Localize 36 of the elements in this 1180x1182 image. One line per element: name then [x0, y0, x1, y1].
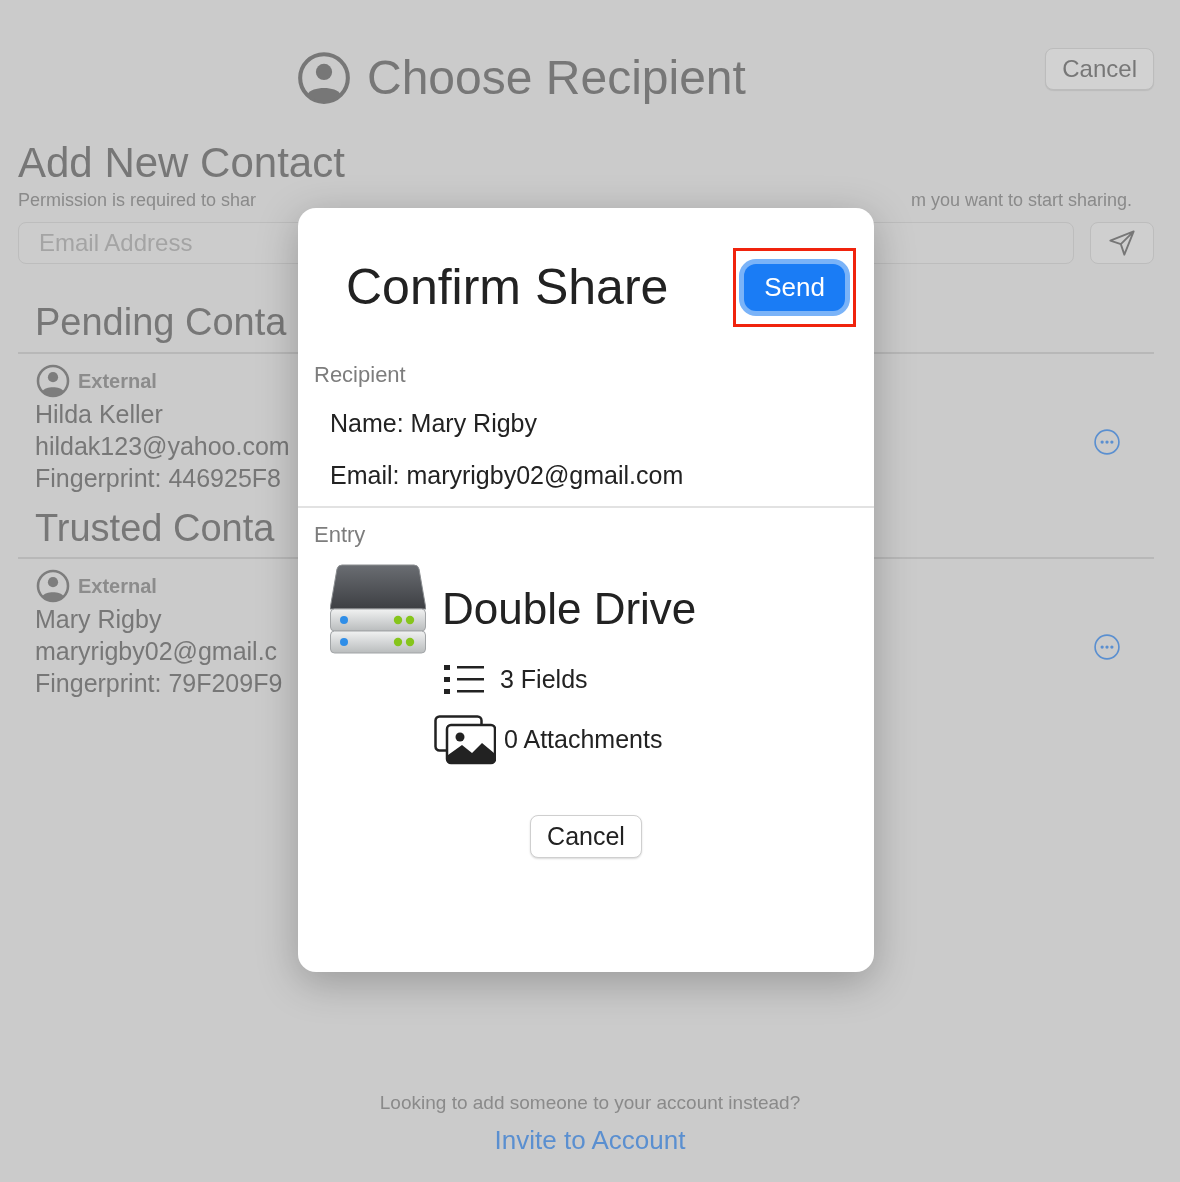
section-label: Entry — [313, 521, 367, 549]
contact-type-label: External — [78, 574, 157, 600]
drive-icon — [330, 563, 426, 655]
user-icon — [36, 569, 70, 604]
entry-title: Double Drive — [442, 583, 697, 635]
more-icon[interactable] — [1094, 428, 1120, 455]
dialog-title: Confirm Share — [345, 257, 669, 317]
contact-name: Mary Rigby — [35, 604, 162, 636]
contact-fingerprint: Fingerprint: 79F209F9 — [35, 668, 283, 700]
user-icon — [297, 51, 351, 105]
contact-type-label: External — [78, 368, 157, 394]
prompt-text: Looking to add someone to your account instead? — [378, 1090, 802, 1115]
send-button[interactable] — [1090, 222, 1154, 265]
page-title: Choose Recipient — [367, 50, 746, 106]
contact-name: Hilda Keller — [35, 398, 163, 430]
contact-email: maryrigby02@gmail.c — [35, 636, 278, 668]
cancel-button[interactable]: Cancel — [1045, 48, 1154, 90]
contact-email: hildak123@yahoo.com — [35, 430, 290, 462]
recipient-name: Name: Mary Rigby — [329, 408, 538, 439]
section-heading: Pending Conta — [35, 300, 287, 346]
attachments-count: 0 Attachments — [504, 723, 663, 755]
user-icon — [36, 363, 70, 398]
section-heading: Add New Contact — [18, 140, 346, 187]
more-icon[interactable] — [1094, 634, 1120, 661]
contact-fingerprint: Fingerprint: 446925F8 — [35, 462, 281, 494]
recipient-email: Email: maryrigby02@gmail.com — [329, 459, 685, 491]
cancel-button[interactable]: Cancel — [530, 814, 642, 858]
send-icon — [1108, 229, 1136, 258]
section-label: Recipient — [313, 361, 407, 389]
photos-icon — [434, 714, 496, 765]
description-text: Permission is required to shar — [18, 188, 257, 212]
list-icon — [444, 663, 484, 696]
description-text: m you want to start sharing. — [910, 188, 1132, 212]
section-heading: Trusted Conta — [35, 505, 275, 551]
invite-link[interactable]: Invite to Account — [494, 1125, 686, 1155]
fields-count: 3 Fields — [500, 664, 588, 695]
